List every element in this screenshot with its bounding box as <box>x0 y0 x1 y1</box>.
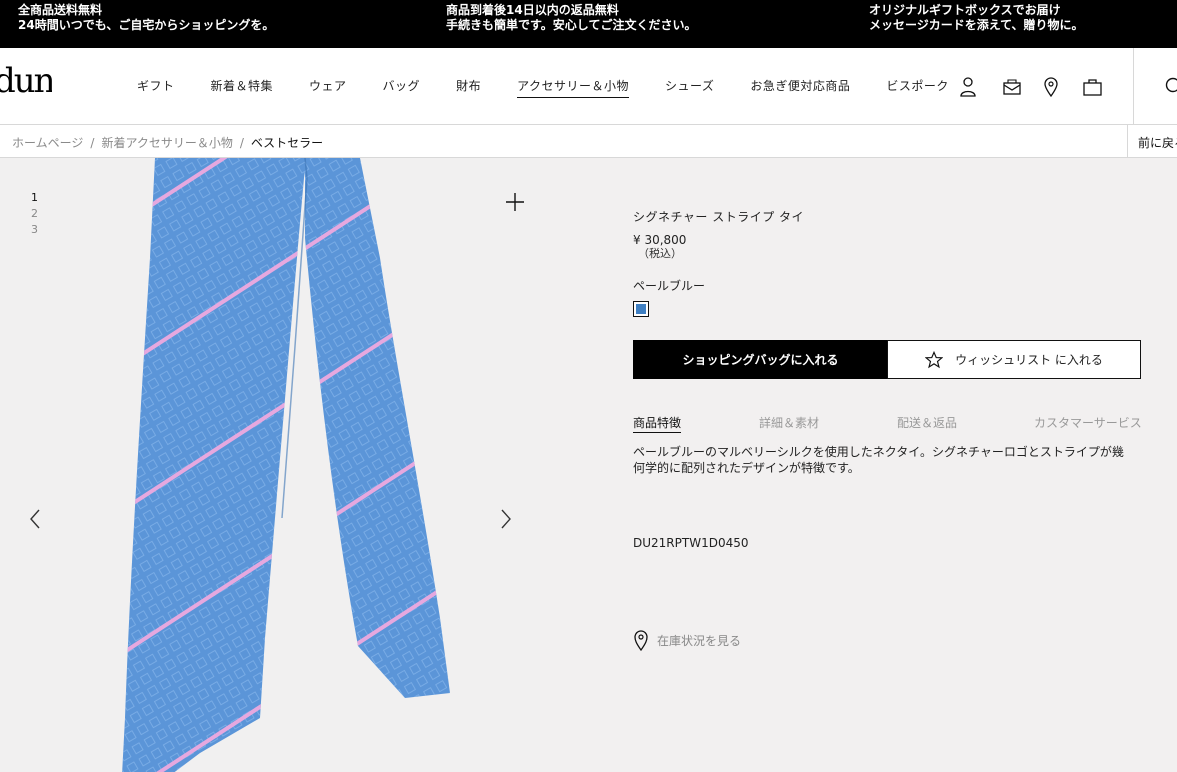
product-name: シグネチャー ストライプ タイ <box>633 210 805 224</box>
nav-accessories[interactable]: アクセサリー＆小物 <box>517 77 629 98</box>
brand-logo-text: dunhill <box>0 61 52 101</box>
tax-note: （税込） <box>638 247 682 260</box>
color-name: ペールブルー <box>633 279 706 293</box>
nav-gift[interactable]: ギフト <box>137 77 175 98</box>
add-to-bag-button[interactable]: ショッピングバッグに入れる <box>633 340 888 379</box>
promo-gift-text: メッセージカードを添えて、贈り物に。 <box>869 18 1084 32</box>
nav-shoes[interactable]: シューズ <box>665 77 714 98</box>
stock-availability-label: 在庫状況を見る <box>657 633 742 648</box>
breadcrumb-home[interactable]: ホームページ <box>12 136 83 150</box>
shopping-bag-icon[interactable] <box>1082 76 1104 98</box>
zoom-plus-icon[interactable] <box>505 192 525 212</box>
main-nav: ギフト 新着＆特集 ウェア バッグ 財布 アクセサリー＆小物 シューズ お急ぎ便… <box>137 77 985 98</box>
color-swatch-fill <box>636 304 646 314</box>
promo-shipping-title: 全商品送料無料 <box>18 3 103 17</box>
promo-bar: 全商品送料無料 24時間いつでも、ご自宅からショッピングを。 商品到着後14日以… <box>0 0 1177 48</box>
nav-new[interactable]: 新着＆特集 <box>211 77 274 98</box>
product-description: ペールブルーのマルベリーシルクを使用したネクタイ。シグネチャーロゴとストライプが… <box>633 445 1124 475</box>
breadcrumb-separator: / <box>239 136 244 150</box>
add-to-wishlist-button[interactable]: ウィッシュリスト に入れる <box>887 340 1141 379</box>
product-tabs: 商品特徴 詳細＆素材 配送＆返品 カスタマーサービス <box>633 414 1153 434</box>
promo-shipping: 全商品送料無料 24時間いつでも、ご自宅からショッピングを。 <box>18 3 274 33</box>
breadcrumb-current: ベストセラー <box>250 136 324 150</box>
gallery-prev-icon[interactable] <box>28 508 42 530</box>
back-link[interactable]: 前に戻る <box>1138 134 1177 151</box>
promo-returns: 商品到着後14日以内の返品無料 手続きも簡単です。安心してご注文ください。 <box>446 3 696 33</box>
nav-bespoke[interactable]: ビスポーク <box>886 77 949 98</box>
gallery-page-3[interactable]: 3 <box>31 222 38 238</box>
breadcrumb-separator: / <box>90 136 95 150</box>
promo-shipping-text: 24時間いつでも、ご自宅からショッピングを。 <box>18 18 275 32</box>
add-to-bag-label: ショッピングバッグに入れる <box>682 353 839 367</box>
gallery-pager: 1 2 3 <box>31 190 38 238</box>
brand-logo[interactable]: dunhill <box>0 61 52 111</box>
breadcrumb-category[interactable]: 新着アクセサリー＆小物 <box>101 136 232 150</box>
promo-returns-title: 商品到着後14日以内の返品無料 <box>446 3 619 17</box>
mail-icon[interactable] <box>1002 76 1024 98</box>
tab-customer-service[interactable]: カスタマーサービス <box>1034 414 1142 431</box>
color-swatch[interactable] <box>633 301 649 317</box>
search-icon[interactable] <box>1164 76 1177 98</box>
nav-wear[interactable]: ウェア <box>309 77 347 98</box>
breadcrumb-divider <box>1127 125 1128 157</box>
nav-bags[interactable]: バッグ <box>383 77 421 98</box>
gallery-next-icon[interactable] <box>499 508 513 530</box>
promo-gift-title: オリジナルギフトボックスでお届け <box>869 3 1061 17</box>
nav-express[interactable]: お急ぎ便対応商品 <box>750 77 850 98</box>
header-divider <box>1133 48 1134 124</box>
product-sku: DU21RPTW1D0450 <box>633 536 749 550</box>
promo-gift: オリジナルギフトボックスでお届け メッセージカードを添えて、贈り物に。 <box>869 3 1084 33</box>
stock-availability-link[interactable]: 在庫状況を見る <box>633 629 741 651</box>
add-to-wishlist-label: ウィッシュリスト に入れる <box>955 353 1103 367</box>
site-header: dunhill ギフト 新着＆特集 ウェア バッグ 財布 アクセサリー＆小物 シ… <box>0 48 1177 125</box>
gallery-page-2[interactable]: 2 <box>31 206 38 222</box>
store-locator-icon[interactable] <box>1042 76 1064 98</box>
tab-details[interactable]: 詳細＆素材 <box>759 414 819 431</box>
location-pin-icon <box>634 630 648 651</box>
tab-features[interactable]: 商品特徴 <box>633 414 682 433</box>
tab-shipping[interactable]: 配送＆返品 <box>897 414 957 431</box>
gallery-page-1[interactable]: 1 <box>31 190 38 206</box>
product-image <box>120 158 450 772</box>
star-icon <box>925 350 944 368</box>
account-icon[interactable] <box>958 76 980 98</box>
product-gallery: 1 2 3 <box>0 158 540 772</box>
nav-wallets[interactable]: 財布 <box>456 77 481 98</box>
promo-returns-text: 手続きも簡単です。安心してご注文ください。 <box>446 18 697 32</box>
breadcrumb: ホームページ / 新着アクセサリー＆小物 / ベストセラー 前に戻る <box>0 125 1177 158</box>
